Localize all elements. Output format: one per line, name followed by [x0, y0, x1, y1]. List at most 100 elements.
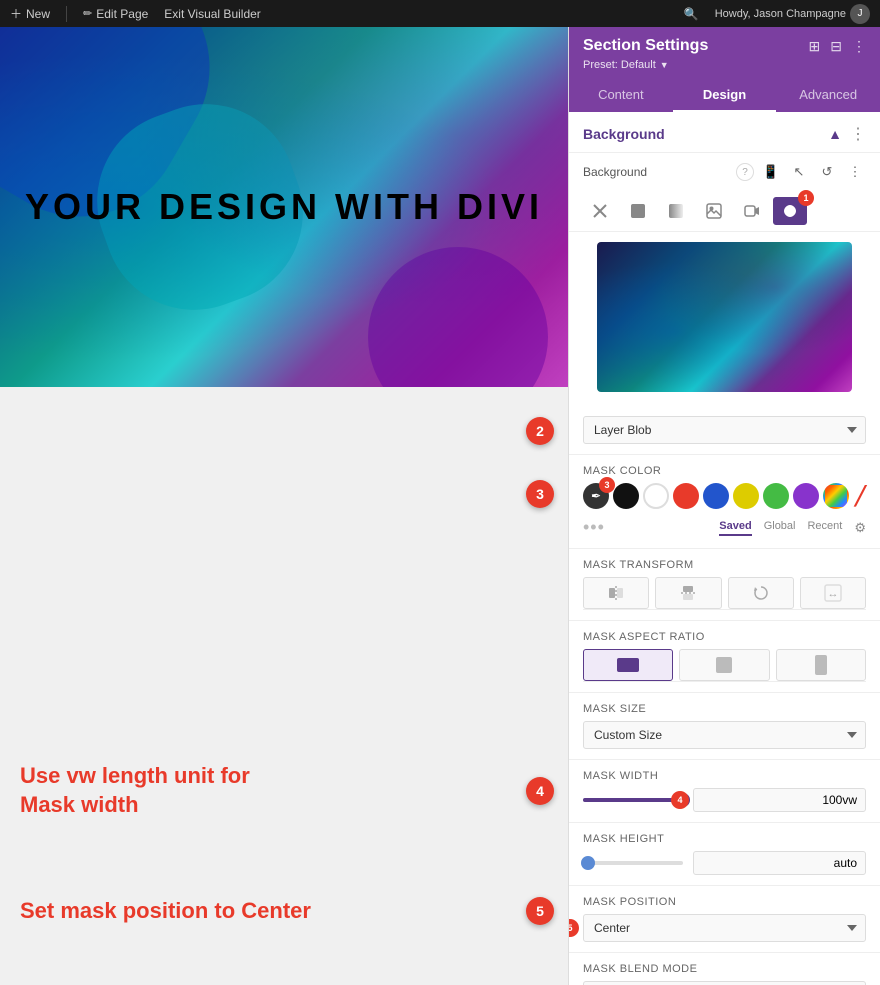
bg-type-none[interactable]: [583, 197, 617, 225]
step-5-badge: 5: [526, 897, 554, 925]
transform-mirror[interactable]: ↔: [800, 577, 866, 609]
color-tabs: ••• Saved Global Recent ⚙: [583, 517, 866, 538]
responsive-icon[interactable]: ⊞: [809, 38, 821, 55]
transform-flip-v[interactable]: [655, 577, 721, 609]
preset-row[interactable]: Preset: Default ▼: [583, 59, 866, 71]
help-icon[interactable]: ?: [736, 163, 754, 181]
transform-buttons: ↔: [583, 577, 866, 610]
section-controls: ▲ ⋮: [828, 124, 866, 144]
tab-design[interactable]: Design: [673, 77, 777, 112]
aspect-tall[interactable]: [776, 649, 866, 681]
instruction-1: Use vw length unit forMask width: [20, 762, 250, 819]
instruction-2-text: Set mask position to Center: [20, 897, 311, 926]
canvas-hero: YOUR DESIGN WITH DIVI: [0, 27, 568, 387]
panel-title: Section Settings: [583, 37, 708, 55]
aspect-square-shape: [716, 657, 732, 673]
background-section-header: Background ▲ ⋮: [569, 112, 880, 153]
mask-height-thumb[interactable]: [581, 856, 595, 870]
mask-transform-label: Mask Transform: [583, 559, 866, 571]
color-custom-icon[interactable]: ╱: [855, 486, 866, 507]
bg-type-image[interactable]: [697, 197, 731, 225]
mask-size-label: Mask Size: [583, 703, 866, 715]
undo-icon[interactable]: ↺: [816, 161, 838, 183]
mask-height-slider[interactable]: [583, 861, 683, 865]
color-yellow[interactable]: [733, 483, 759, 509]
step-5-container: 5 Center: [583, 914, 866, 942]
color-gradient[interactable]: [823, 483, 849, 509]
eyedropper-swatch[interactable]: ✒ 3: [583, 483, 609, 509]
collapse-icon[interactable]: ▲: [828, 126, 842, 142]
mask-blend-mode-select[interactable]: Normal: [583, 981, 866, 985]
aspect-square[interactable]: [679, 649, 769, 681]
color-tab-global[interactable]: Global: [764, 520, 796, 536]
mask-color-label: Mask Color: [583, 465, 866, 477]
section-more-icon[interactable]: ⋮: [850, 124, 866, 144]
layer-blob-select[interactable]: Layer Blob: [583, 416, 866, 444]
color-white[interactable]: [643, 483, 669, 509]
cursor-icon[interactable]: ↖: [788, 161, 810, 183]
mask-height-input[interactable]: [693, 851, 866, 875]
pencil-icon: ✏: [83, 7, 92, 20]
bg-preview-container: [569, 232, 880, 406]
mask-width-slider[interactable]: [583, 798, 683, 802]
mask-width-label: Mask Width: [583, 770, 866, 782]
mask-aspect-ratio-group: Mask Aspect Ratio: [569, 621, 880, 693]
tab-advanced[interactable]: Advanced: [776, 77, 880, 112]
mask-height-container: [583, 851, 866, 875]
step-4-badge: 4: [526, 777, 554, 805]
bg-type-video[interactable]: [735, 197, 769, 225]
new-button[interactable]: ＋ New: [10, 5, 50, 22]
mask-size-group: Mask Size Custom Size: [569, 693, 880, 760]
mask-transform-group: Mask Transform ↔: [569, 549, 880, 621]
bg-type-gradient[interactable]: [659, 197, 693, 225]
layout-icon[interactable]: ⊟: [830, 38, 842, 55]
step-4-mini: 4: [671, 791, 689, 809]
color-settings-icon[interactable]: ⚙: [854, 520, 866, 536]
color-black[interactable]: [613, 483, 639, 509]
edit-page-button[interactable]: ✏ Edit Page: [83, 7, 148, 21]
exit-builder-button[interactable]: Exit Visual Builder: [164, 7, 261, 21]
edit-page-label: Edit Page: [96, 7, 148, 21]
top-bar: ＋ New ✏ Edit Page Exit Visual Builder 🔍 …: [0, 0, 880, 27]
more-options-icon[interactable]: ⋮: [852, 38, 866, 55]
mask-width-group: Mask Width 4: [569, 760, 880, 823]
transform-flip-h[interactable]: [583, 577, 649, 609]
user-info: Howdy, Jason Champagne J: [715, 4, 870, 24]
svg-text:↔: ↔: [827, 588, 838, 600]
bg-type-mask[interactable]: 1: [773, 197, 807, 225]
mask-blend-mode-label: Mask Blend Mode: [583, 963, 866, 975]
mask-width-container: 4: [583, 788, 866, 812]
tab-content-label: Content: [598, 87, 644, 102]
transform-rotate[interactable]: [728, 577, 794, 609]
color-dots-more[interactable]: •••: [583, 517, 605, 538]
aspect-wide[interactable]: [583, 649, 673, 681]
bg-type-color[interactable]: [621, 197, 655, 225]
color-blue[interactable]: [703, 483, 729, 509]
mask-size-select[interactable]: Custom Size: [583, 721, 866, 749]
bg-more-icon[interactable]: ⋮: [844, 161, 866, 183]
aspect-tall-shape: [815, 655, 827, 675]
tab-content[interactable]: Content: [569, 77, 673, 112]
mask-color-group: Mask Color ✒ 3 ╱ ••: [569, 455, 880, 549]
color-tab-group: Saved Global Recent ⚙: [719, 520, 866, 536]
step-3-inline: 3: [599, 477, 615, 493]
panel-tabs: Content Design Advanced: [569, 77, 880, 112]
mask-width-input[interactable]: [693, 788, 866, 812]
mobile-icon[interactable]: 📱: [760, 161, 782, 183]
color-tab-recent[interactable]: Recent: [807, 520, 842, 536]
search-button[interactable]: 🔍: [684, 7, 699, 21]
step-4-container: 4: [693, 788, 866, 812]
color-red[interactable]: [673, 483, 699, 509]
instruction-1-text: Use vw length unit forMask width: [20, 762, 250, 819]
user-avatar: J: [850, 4, 870, 24]
eyedropper-icon: ✒: [591, 489, 601, 503]
color-purple[interactable]: [793, 483, 819, 509]
mask-height-group: Mask Height: [569, 823, 880, 886]
mask-position-select[interactable]: Center: [583, 914, 866, 942]
preset-label: Preset: Default: [583, 59, 656, 71]
color-tab-saved[interactable]: Saved: [719, 520, 751, 536]
background-icons: ? 📱 ↖ ↺ ⋮: [736, 161, 866, 183]
color-green[interactable]: [763, 483, 789, 509]
bg-preview-overlay: [597, 242, 852, 392]
color-swatches-row: ✒ 3 ╱: [583, 483, 866, 509]
